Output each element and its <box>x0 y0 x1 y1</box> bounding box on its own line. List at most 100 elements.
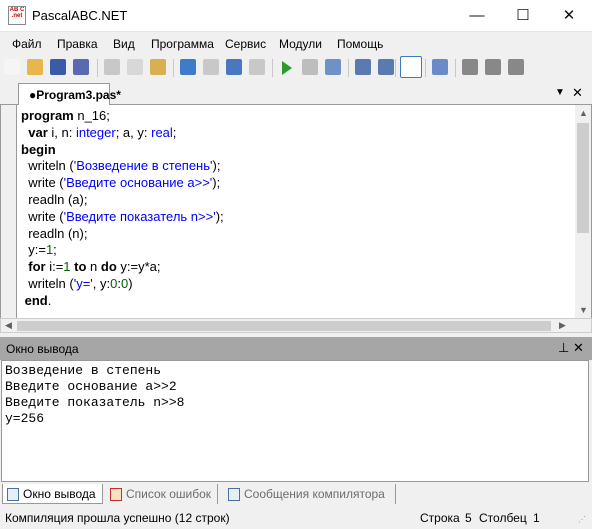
close-panel-icon[interactable]: ✕ <box>573 340 584 356</box>
debug-l-icon[interactable] <box>485 59 501 75</box>
output-panel-title: Окно вывода <box>6 342 79 356</box>
save-icon[interactable] <box>50 59 66 75</box>
navigate-forward-icon[interactable] <box>249 59 265 75</box>
code-line: end. <box>21 293 224 310</box>
pin-icon[interactable]: ⊥ <box>558 340 569 356</box>
cut-icon[interactable] <box>104 59 120 75</box>
console-icon[interactable] <box>400 56 422 78</box>
run-icon[interactable] <box>282 61 292 75</box>
document-icon[interactable] <box>432 59 448 75</box>
compiler-messages-icon <box>228 488 240 501</box>
code-line: writeln ('y=', y:0:0) <box>21 276 224 293</box>
output-text[interactable]: Возведение в степень Введите основание a>… <box>1 360 589 482</box>
document-tab-row: ●Program3.pas* ▼ ✕ <box>0 82 592 105</box>
tab-compiler-messages[interactable]: Сообщения компилятора <box>224 484 396 504</box>
code-line: var i, n: integer; a, y: real; <box>21 125 224 142</box>
code-token: 'Возведение в степень' <box>73 158 213 174</box>
code-token: ; a, y: <box>115 124 152 140</box>
menu-modules[interactable]: Модули <box>279 37 322 51</box>
menu-file[interactable]: Файл <box>12 37 42 51</box>
undo-icon[interactable] <box>180 59 196 75</box>
code-line: y:=1; <box>21 242 224 259</box>
tab-label: Окно вывода <box>23 487 96 501</box>
menu-help[interactable]: Помощь <box>337 37 383 51</box>
code-text[interactable]: program n_16; var i, n: integer; a, y: r… <box>21 108 224 310</box>
code-token: end <box>24 292 48 308</box>
resize-grip-icon[interactable]: ⋰ <box>578 515 586 524</box>
minimize-button[interactable]: — <box>454 0 500 32</box>
close-button[interactable]: ✕ <box>546 0 592 32</box>
output-line: Введите основание a>>2 <box>5 379 177 394</box>
code-token: writeln ( <box>21 158 74 174</box>
compile-icon[interactable] <box>325 59 341 75</box>
code-token: i:= <box>45 259 64 275</box>
toolbar-separator <box>348 59 349 77</box>
toolbar-separator <box>97 59 98 77</box>
tab-label: Сообщения компилятора <box>244 487 385 501</box>
debug-d-icon[interactable] <box>462 59 478 75</box>
code-token: , y: <box>92 275 111 291</box>
toolbar-separator <box>395 59 396 77</box>
scroll-right-icon[interactable]: ▶ <box>559 320 566 331</box>
close-tab-icon[interactable]: ✕ <box>572 85 583 101</box>
copy-icon[interactable] <box>127 59 143 75</box>
tab-list-dropdown-icon[interactable]: ▼ <box>555 87 565 98</box>
tab-output-window[interactable]: Окно вывода <box>2 484 103 504</box>
vertical-scroll-thumb[interactable] <box>577 123 589 233</box>
menu-program[interactable]: Программа <box>151 37 214 51</box>
code-token: readln (n); <box>21 225 88 241</box>
bottom-tab-bar: Окно вывода Список ошибок Сообщения комп… <box>0 482 592 505</box>
menu-edit[interactable]: Правка <box>57 37 98 51</box>
code-token: write ( <box>21 175 64 191</box>
scroll-left-icon[interactable]: ◀ <box>5 320 12 331</box>
code-line: readln (n); <box>21 226 224 243</box>
paste-icon[interactable] <box>150 59 166 75</box>
unindent-icon[interactable] <box>378 59 394 75</box>
vertical-scrollbar[interactable]: ▲ ▼ <box>575 105 591 318</box>
scroll-down-icon[interactable]: ▼ <box>579 305 588 315</box>
indent-icon[interactable] <box>355 59 371 75</box>
code-token: ); <box>212 158 221 174</box>
horizontal-scroll-thumb[interactable] <box>17 321 551 331</box>
stop-icon[interactable] <box>302 59 318 75</box>
toolbar-separator <box>455 59 456 77</box>
open-folder-icon[interactable] <box>27 59 43 75</box>
code-token: ); <box>215 208 224 224</box>
tab-program3[interactable]: ●Program3.pas* <box>18 83 121 105</box>
code-token: begin <box>21 141 56 157</box>
output-line: y=256 <box>5 411 45 426</box>
save-all-icon[interactable] <box>73 59 89 75</box>
code-token: ) <box>128 275 133 291</box>
new-file-icon[interactable] <box>4 59 20 75</box>
toolbar-separator <box>173 59 174 77</box>
maximize-button[interactable]: ☐ <box>500 0 546 32</box>
code-editor[interactable]: program n_16; var i, n: integer; a, y: r… <box>0 105 592 318</box>
output-line: Возведение в степень <box>5 363 162 378</box>
output-panel-header: Окно вывода ⊥ ✕ <box>0 337 592 360</box>
code-token: ; <box>53 242 57 258</box>
menu-view[interactable]: Вид <box>113 37 135 51</box>
navigate-back-icon[interactable] <box>226 59 242 75</box>
code-token: ; <box>172 124 177 140</box>
tab-error-list[interactable]: Список ошибок <box>106 484 219 504</box>
window-title: PascalABC.NET <box>32 8 128 23</box>
title-bar: AB C .net PascalABC.NET — ☐ ✕ <box>0 0 592 32</box>
line-number: 5 <box>465 511 472 525</box>
column-label: Столбец <box>479 511 527 525</box>
scroll-up-icon[interactable]: ▲ <box>579 108 588 118</box>
code-token: write ( <box>21 208 64 224</box>
code-token: ); <box>212 175 221 191</box>
error-list-icon <box>110 488 122 501</box>
code-token: integer <box>75 124 116 140</box>
horizontal-scrollbar[interactable]: ◀ ▶ <box>0 318 592 333</box>
output-window-icon <box>7 488 19 501</box>
menu-service[interactable]: Сервис <box>225 37 266 51</box>
code-token: real <box>151 124 173 140</box>
code-token: var <box>28 124 48 140</box>
code-line: for i:=1 to n do y:=y*a; <box>21 259 224 276</box>
code-token: i, n: <box>47 124 76 140</box>
code-line: writeln ('Возведение в степень'); <box>21 158 224 175</box>
code-token: 'Введите основание a>>' <box>63 175 213 191</box>
redo-icon[interactable] <box>203 59 219 75</box>
debug-r-icon[interactable] <box>508 59 524 75</box>
